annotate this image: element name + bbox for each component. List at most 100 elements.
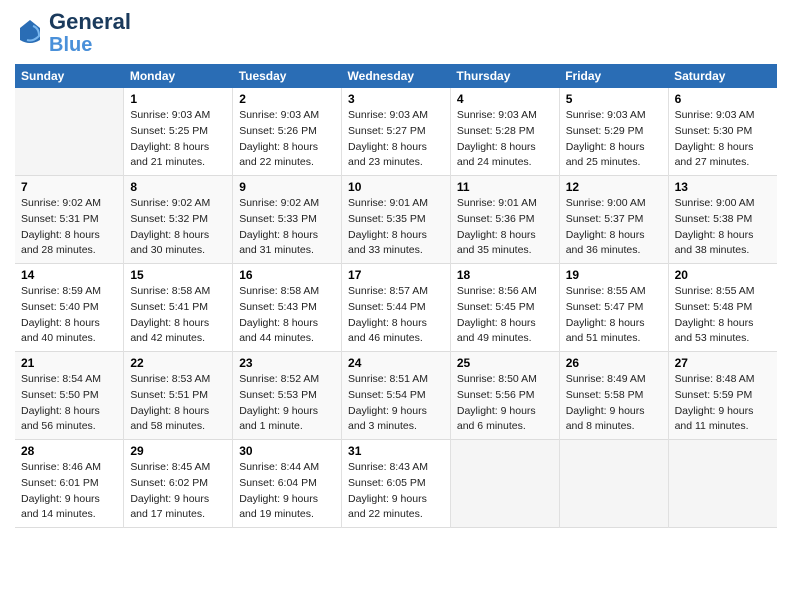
day-number: 3 (348, 92, 444, 106)
day-number: 25 (457, 356, 553, 370)
day-number: 12 (566, 180, 662, 194)
day-number: 10 (348, 180, 444, 194)
logo-text: GeneralBlue (49, 10, 131, 56)
day-info: Sunrise: 8:43 AM Sunset: 6:05 PM Dayligh… (348, 460, 444, 523)
calendar-cell: 1Sunrise: 9:03 AM Sunset: 5:25 PM Daylig… (124, 88, 233, 176)
day-info: Sunrise: 8:51 AM Sunset: 5:54 PM Dayligh… (348, 372, 444, 435)
day-info: Sunrise: 9:01 AM Sunset: 5:35 PM Dayligh… (348, 196, 444, 259)
day-number: 31 (348, 444, 444, 458)
calendar-cell: 6Sunrise: 9:03 AM Sunset: 5:30 PM Daylig… (668, 88, 777, 176)
calendar-header: SundayMondayTuesdayWednesdayThursdayFrid… (15, 64, 777, 88)
day-number: 15 (130, 268, 226, 282)
week-row-1: 1Sunrise: 9:03 AM Sunset: 5:25 PM Daylig… (15, 88, 777, 176)
calendar-cell: 17Sunrise: 8:57 AM Sunset: 5:44 PM Dayli… (342, 264, 451, 352)
calendar-cell: 4 Sunrise: 9:03 AM Sunset: 5:28 PM Daylig… (450, 88, 559, 176)
day-number: 6 (675, 92, 771, 106)
header: GeneralBlue (15, 10, 777, 56)
column-header-wednesday: Wednesday (342, 64, 451, 88)
day-info: Sunrise: 9:02 AM Sunset: 5:32 PM Dayligh… (130, 196, 226, 259)
calendar-cell: 2 Sunrise: 9:03 AM Sunset: 5:26 PM Daylig… (233, 88, 342, 176)
logo-line2: Blue (49, 34, 131, 56)
calendar-cell: 29Sunrise: 8:45 AM Sunset: 6:02 PM Dayli… (124, 440, 233, 528)
day-info: Sunrise: 9:03 AM Sunset: 5:28 PM Dayligh… (457, 108, 553, 171)
calendar-cell (668, 440, 777, 528)
logo-line1: General (49, 10, 131, 34)
day-number: 7 (21, 180, 117, 194)
calendar-cell (559, 440, 668, 528)
day-number: 4 (457, 92, 553, 106)
day-info: Sunrise: 8:57 AM Sunset: 5:44 PM Dayligh… (348, 284, 444, 347)
day-number: 22 (130, 356, 226, 370)
day-number: 11 (457, 180, 553, 194)
day-info: Sunrise: 8:58 AM Sunset: 5:43 PM Dayligh… (239, 284, 335, 347)
week-row-2: 7 Sunrise: 9:02 AM Sunset: 5:31 PM Daylig… (15, 176, 777, 264)
calendar-cell: 22 Sunrise: 8:53 AM Sunset: 5:51 PM Dayli… (124, 352, 233, 440)
day-info: Sunrise: 8:58 AM Sunset: 5:41 PM Dayligh… (130, 284, 226, 347)
calendar-cell: 28 Sunrise: 8:46 AM Sunset: 6:01 PM Dayli… (15, 440, 124, 528)
day-number: 9 (239, 180, 335, 194)
column-header-sunday: Sunday (15, 64, 124, 88)
day-number: 24 (348, 356, 444, 370)
header-row: SundayMondayTuesdayWednesdayThursdayFrid… (15, 64, 777, 88)
calendar-cell: 3Sunrise: 9:03 AM Sunset: 5:27 PM Daylig… (342, 88, 451, 176)
day-info: Sunrise: 8:48 AM Sunset: 5:59 PM Dayligh… (675, 372, 771, 435)
logo-icon (15, 18, 45, 48)
day-info: Sunrise: 8:45 AM Sunset: 6:02 PM Dayligh… (130, 460, 226, 523)
day-number: 5 (566, 92, 662, 106)
calendar-cell (450, 440, 559, 528)
day-info: Sunrise: 8:52 AM Sunset: 5:53 PM Dayligh… (239, 372, 335, 435)
column-header-monday: Monday (124, 64, 233, 88)
day-number: 30 (239, 444, 335, 458)
day-info: Sunrise: 8:44 AM Sunset: 6:04 PM Dayligh… (239, 460, 335, 523)
day-number: 27 (675, 356, 771, 370)
calendar-cell: 7 Sunrise: 9:02 AM Sunset: 5:31 PM Daylig… (15, 176, 124, 264)
day-info: Sunrise: 8:55 AM Sunset: 5:47 PM Dayligh… (566, 284, 662, 347)
calendar-body: 1Sunrise: 9:03 AM Sunset: 5:25 PM Daylig… (15, 88, 777, 528)
calendar-cell: 11 Sunrise: 9:01 AM Sunset: 5:36 PM Dayli… (450, 176, 559, 264)
calendar-cell: 18 Sunrise: 8:56 AM Sunset: 5:45 PM Dayli… (450, 264, 559, 352)
calendar-cell: 21 Sunrise: 8:54 AM Sunset: 5:50 PM Dayli… (15, 352, 124, 440)
calendar-cell: 13Sunrise: 9:00 AM Sunset: 5:38 PM Dayli… (668, 176, 777, 264)
day-info: Sunrise: 9:03 AM Sunset: 5:25 PM Dayligh… (130, 108, 226, 171)
calendar-cell: 24 Sunrise: 8:51 AM Sunset: 5:54 PM Dayli… (342, 352, 451, 440)
calendar-cell: 23 Sunrise: 8:52 AM Sunset: 5:53 PM Dayli… (233, 352, 342, 440)
calendar-cell: 10 Sunrise: 9:01 AM Sunset: 5:35 PM Dayli… (342, 176, 451, 264)
calendar-cell: 14Sunrise: 8:59 AM Sunset: 5:40 PM Dayli… (15, 264, 124, 352)
day-info: Sunrise: 9:02 AM Sunset: 5:31 PM Dayligh… (21, 196, 117, 259)
calendar-cell: 30 Sunrise: 8:44 AM Sunset: 6:04 PM Dayli… (233, 440, 342, 528)
day-info: Sunrise: 8:56 AM Sunset: 5:45 PM Dayligh… (457, 284, 553, 347)
calendar-cell: 25 Sunrise: 8:50 AM Sunset: 5:56 PM Dayli… (450, 352, 559, 440)
week-row-4: 21 Sunrise: 8:54 AM Sunset: 5:50 PM Dayli… (15, 352, 777, 440)
calendar-cell (15, 88, 124, 176)
day-number: 13 (675, 180, 771, 194)
day-info: Sunrise: 8:55 AM Sunset: 5:48 PM Dayligh… (675, 284, 771, 347)
day-info: Sunrise: 8:53 AM Sunset: 5:51 PM Dayligh… (130, 372, 226, 435)
day-info: Sunrise: 8:46 AM Sunset: 6:01 PM Dayligh… (21, 460, 117, 523)
day-number: 20 (675, 268, 771, 282)
day-number: 28 (21, 444, 117, 458)
calendar-cell: 27 Sunrise: 8:48 AM Sunset: 5:59 PM Dayli… (668, 352, 777, 440)
calendar-cell: 9 Sunrise: 9:02 AM Sunset: 5:33 PM Daylig… (233, 176, 342, 264)
day-number: 8 (130, 180, 226, 194)
calendar-cell: 12Sunrise: 9:00 AM Sunset: 5:37 PM Dayli… (559, 176, 668, 264)
day-info: Sunrise: 8:54 AM Sunset: 5:50 PM Dayligh… (21, 372, 117, 435)
column-header-friday: Friday (559, 64, 668, 88)
day-info: Sunrise: 8:50 AM Sunset: 5:56 PM Dayligh… (457, 372, 553, 435)
calendar-table: SundayMondayTuesdayWednesdayThursdayFrid… (15, 64, 777, 528)
day-number: 2 (239, 92, 335, 106)
calendar-cell: 26Sunrise: 8:49 AM Sunset: 5:58 PM Dayli… (559, 352, 668, 440)
day-number: 19 (566, 268, 662, 282)
day-info: Sunrise: 9:03 AM Sunset: 5:26 PM Dayligh… (239, 108, 335, 171)
column-header-saturday: Saturday (668, 64, 777, 88)
column-header-tuesday: Tuesday (233, 64, 342, 88)
day-number: 23 (239, 356, 335, 370)
day-number: 14 (21, 268, 117, 282)
calendar-cell: 20 Sunrise: 8:55 AM Sunset: 5:48 PM Dayli… (668, 264, 777, 352)
calendar-cell: 16Sunrise: 8:58 AM Sunset: 5:43 PM Dayli… (233, 264, 342, 352)
day-number: 18 (457, 268, 553, 282)
day-number: 21 (21, 356, 117, 370)
day-info: Sunrise: 9:02 AM Sunset: 5:33 PM Dayligh… (239, 196, 335, 259)
calendar-cell: 31 Sunrise: 8:43 AM Sunset: 6:05 PM Dayli… (342, 440, 451, 528)
day-info: Sunrise: 9:01 AM Sunset: 5:36 PM Dayligh… (457, 196, 553, 259)
day-info: Sunrise: 8:49 AM Sunset: 5:58 PM Dayligh… (566, 372, 662, 435)
